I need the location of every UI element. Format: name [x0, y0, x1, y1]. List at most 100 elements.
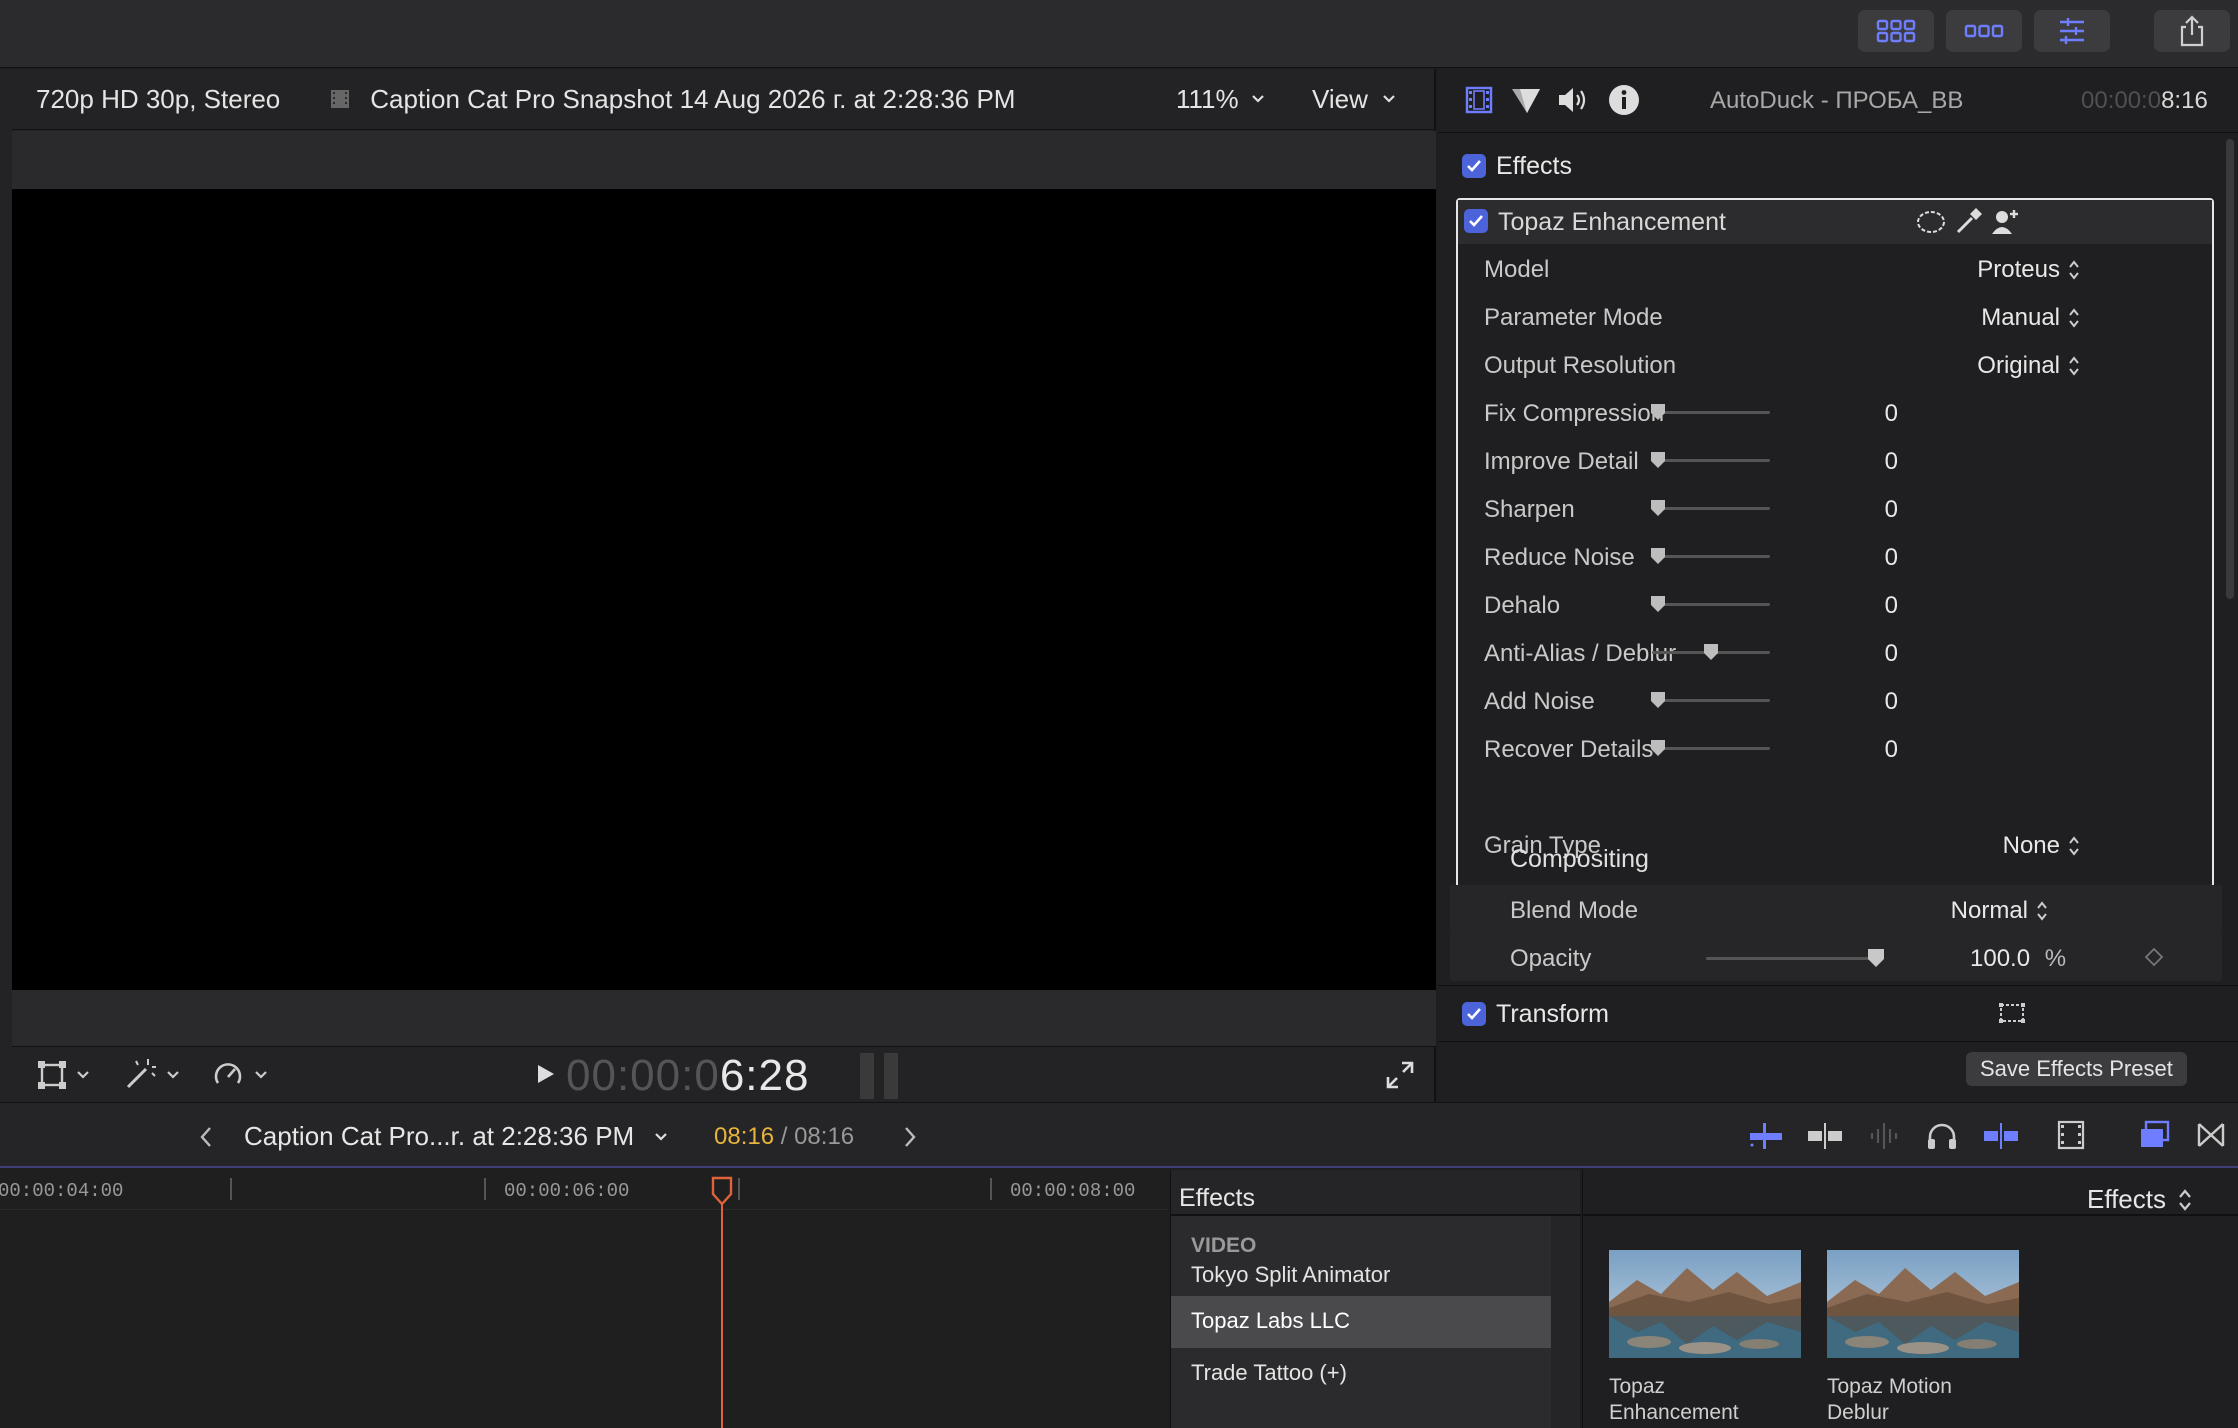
snapping-icon[interactable]: [1982, 1121, 2020, 1151]
shape-mask-button[interactable]: [1916, 209, 1946, 235]
retime-tool-menu[interactable]: [210, 1057, 268, 1093]
model-row: Model Proteus: [1458, 244, 2212, 292]
speaker-icon: [1559, 88, 1586, 112]
info-icon: [1609, 85, 1639, 115]
clip-appearance-icon[interactable]: [1748, 1121, 1784, 1151]
timeline-ruler[interactable]: 00:00:04:00 00:00:06:00 00:00:08:00: [0, 1170, 1168, 1210]
slider-thumb[interactable]: [1650, 403, 1666, 421]
keyframe-diamond-icon[interactable]: [2144, 947, 2164, 967]
audio-inspector-tab[interactable]: [1556, 85, 1590, 115]
grain-type-popup[interactable]: None: [2003, 832, 2080, 860]
effect-enable-checkbox[interactable]: [1464, 209, 1488, 233]
chevron-down-icon: [167, 1071, 179, 1079]
project-name: Caption Cat Pro...r. at 2:28:36 PM: [244, 1121, 635, 1151]
slider-thumb[interactable]: [1703, 643, 1719, 661]
slider-row: Sharpen 0: [1458, 484, 2212, 532]
slider-track[interactable]: [1652, 747, 1770, 750]
category-item[interactable]: Tokyo Split Animator: [1191, 1262, 1390, 1288]
slider-row: Improve Detail 0: [1458, 436, 2212, 484]
slider-thumb[interactable]: [1650, 739, 1666, 757]
slider-value-field[interactable]: 0: [1838, 640, 1898, 668]
playhead[interactable]: [710, 1176, 734, 1428]
slider-value-field[interactable]: 0: [1838, 496, 1898, 524]
effect-thumbnail[interactable]: Topaz Enhancement: [1609, 1250, 1801, 1426]
object-mask-button[interactable]: [1990, 208, 2020, 236]
filmstrip-view-icon[interactable]: [2056, 1119, 2086, 1151]
back-chevron-icon[interactable]: [198, 1125, 214, 1149]
slider-value-field[interactable]: 0: [1838, 736, 1898, 764]
project-menu[interactable]: Caption Cat Pro...r. at 2:28:36 PM: [244, 1121, 668, 1152]
slider-value-field[interactable]: 0: [1838, 544, 1898, 572]
inspector-toggle-button[interactable]: [2034, 10, 2110, 52]
slider-thumb[interactable]: [1650, 547, 1666, 565]
category-item-label: Topaz Labs LLC: [1191, 1308, 1350, 1333]
enhance-tool-menu[interactable]: [122, 1057, 180, 1093]
slider-track[interactable]: [1652, 507, 1770, 510]
video-canvas[interactable]: [12, 189, 1436, 990]
ellipse-mask-icon: [1917, 211, 1945, 233]
output-resolution-popup[interactable]: Original: [1977, 352, 2080, 380]
output-resolution-row: Output Resolution Original: [1458, 340, 2212, 388]
timeline-area[interactable]: 00:00:04:00 00:00:06:00 00:00:08:00: [0, 1170, 1168, 1428]
grid-layout-button[interactable]: [1858, 10, 1934, 52]
color-mask-button[interactable]: [1954, 206, 1984, 236]
slider-value-field[interactable]: 0: [1838, 448, 1898, 476]
filmstrip-layout-button[interactable]: [1946, 10, 2022, 52]
headphones-icon[interactable]: [1926, 1121, 1958, 1151]
effect-thumbnail[interactable]: Topaz Motion Deblur: [1827, 1250, 2019, 1426]
model-popup[interactable]: Proteus: [1977, 256, 2080, 284]
view-label: View: [1312, 83, 1368, 114]
slider-thumb[interactable]: [1650, 499, 1666, 517]
fullscreen-button[interactable]: [1384, 1059, 1416, 1091]
ruler-tick-label: 00:00:06:00: [504, 1180, 630, 1202]
ruler-tick-label: 00:00:04:00: [0, 1180, 124, 1202]
effects-section-header: Effects: [1438, 134, 2238, 198]
forward-chevron-icon[interactable]: [902, 1125, 918, 1149]
view-menu[interactable]: View: [1312, 84, 1396, 115]
slider-thumb[interactable]: [1650, 595, 1666, 613]
opacity-slider-thumb[interactable]: [1867, 948, 1885, 968]
slider-track[interactable]: [1652, 411, 1770, 414]
effect-header-row[interactable]: Topaz Enhancement: [1458, 200, 2212, 244]
inspector-scrollbar[interactable]: [2226, 139, 2234, 599]
slider-label: Anti-Alias / Deblur: [1484, 640, 1677, 667]
slider-thumb[interactable]: [1650, 451, 1666, 469]
play-button[interactable]: [530, 1057, 560, 1091]
effects-checkbox[interactable]: [1462, 154, 1486, 178]
slider-track[interactable]: [1652, 699, 1770, 702]
audio-skimming-icon[interactable]: [1866, 1121, 1902, 1151]
opacity-unit: %: [2044, 945, 2067, 972]
slider-label: Improve Detail: [1484, 448, 1639, 475]
slider-track[interactable]: [1652, 555, 1770, 558]
video-inspector-tab[interactable]: [1464, 85, 1494, 115]
transform-tool-menu[interactable]: [36, 1059, 90, 1091]
slider-value-field[interactable]: 0: [1838, 688, 1898, 716]
opacity-slider[interactable]: [1706, 957, 1876, 960]
onscreen-controls-icon[interactable]: [1998, 1002, 2026, 1024]
thumbnail-label: Topaz Motion Deblur: [1827, 1374, 2019, 1426]
color-inspector-tab[interactable]: [1510, 85, 1542, 115]
save-effects-preset-button[interactable]: Save Effects Preset: [1966, 1052, 2187, 1086]
slider-track[interactable]: [1652, 459, 1770, 462]
slider-value-field[interactable]: 0: [1838, 592, 1898, 620]
slider-track[interactable]: [1652, 603, 1770, 606]
category-item[interactable]: Trade Tattoo (+): [1191, 1360, 1347, 1386]
updown-chevron-icon: [2179, 1188, 2191, 1211]
lake-mountain-image: [1609, 1250, 1801, 1358]
blend-mode-popup[interactable]: Normal: [1951, 897, 2048, 925]
category-item-selected[interactable]: Topaz Labs LLC: [1171, 1296, 1551, 1348]
browser-effects-icon[interactable]: [2138, 1119, 2172, 1151]
share-button[interactable]: [2154, 10, 2230, 52]
zoom-popup[interactable]: 111%: [1176, 84, 1265, 115]
transform-section-header: Transform: [1438, 985, 2238, 1041]
viewer-timecode[interactable]: 00:00:06:28: [566, 1051, 809, 1101]
parameter-mode-popup[interactable]: Manual: [1981, 304, 2080, 332]
info-inspector-tab[interactable]: [1608, 84, 1640, 116]
blade-split-icon[interactable]: [1806, 1121, 1844, 1151]
transitions-icon[interactable]: [2196, 1121, 2226, 1149]
transform-checkbox[interactable]: [1462, 1002, 1486, 1026]
opacity-value-field[interactable]: 100.0 %: [1970, 945, 2066, 973]
effects-browser-popup[interactable]: Effects: [2087, 1184, 2192, 1215]
slider-value-field[interactable]: 0: [1838, 400, 1898, 428]
slider-thumb[interactable]: [1650, 691, 1666, 709]
